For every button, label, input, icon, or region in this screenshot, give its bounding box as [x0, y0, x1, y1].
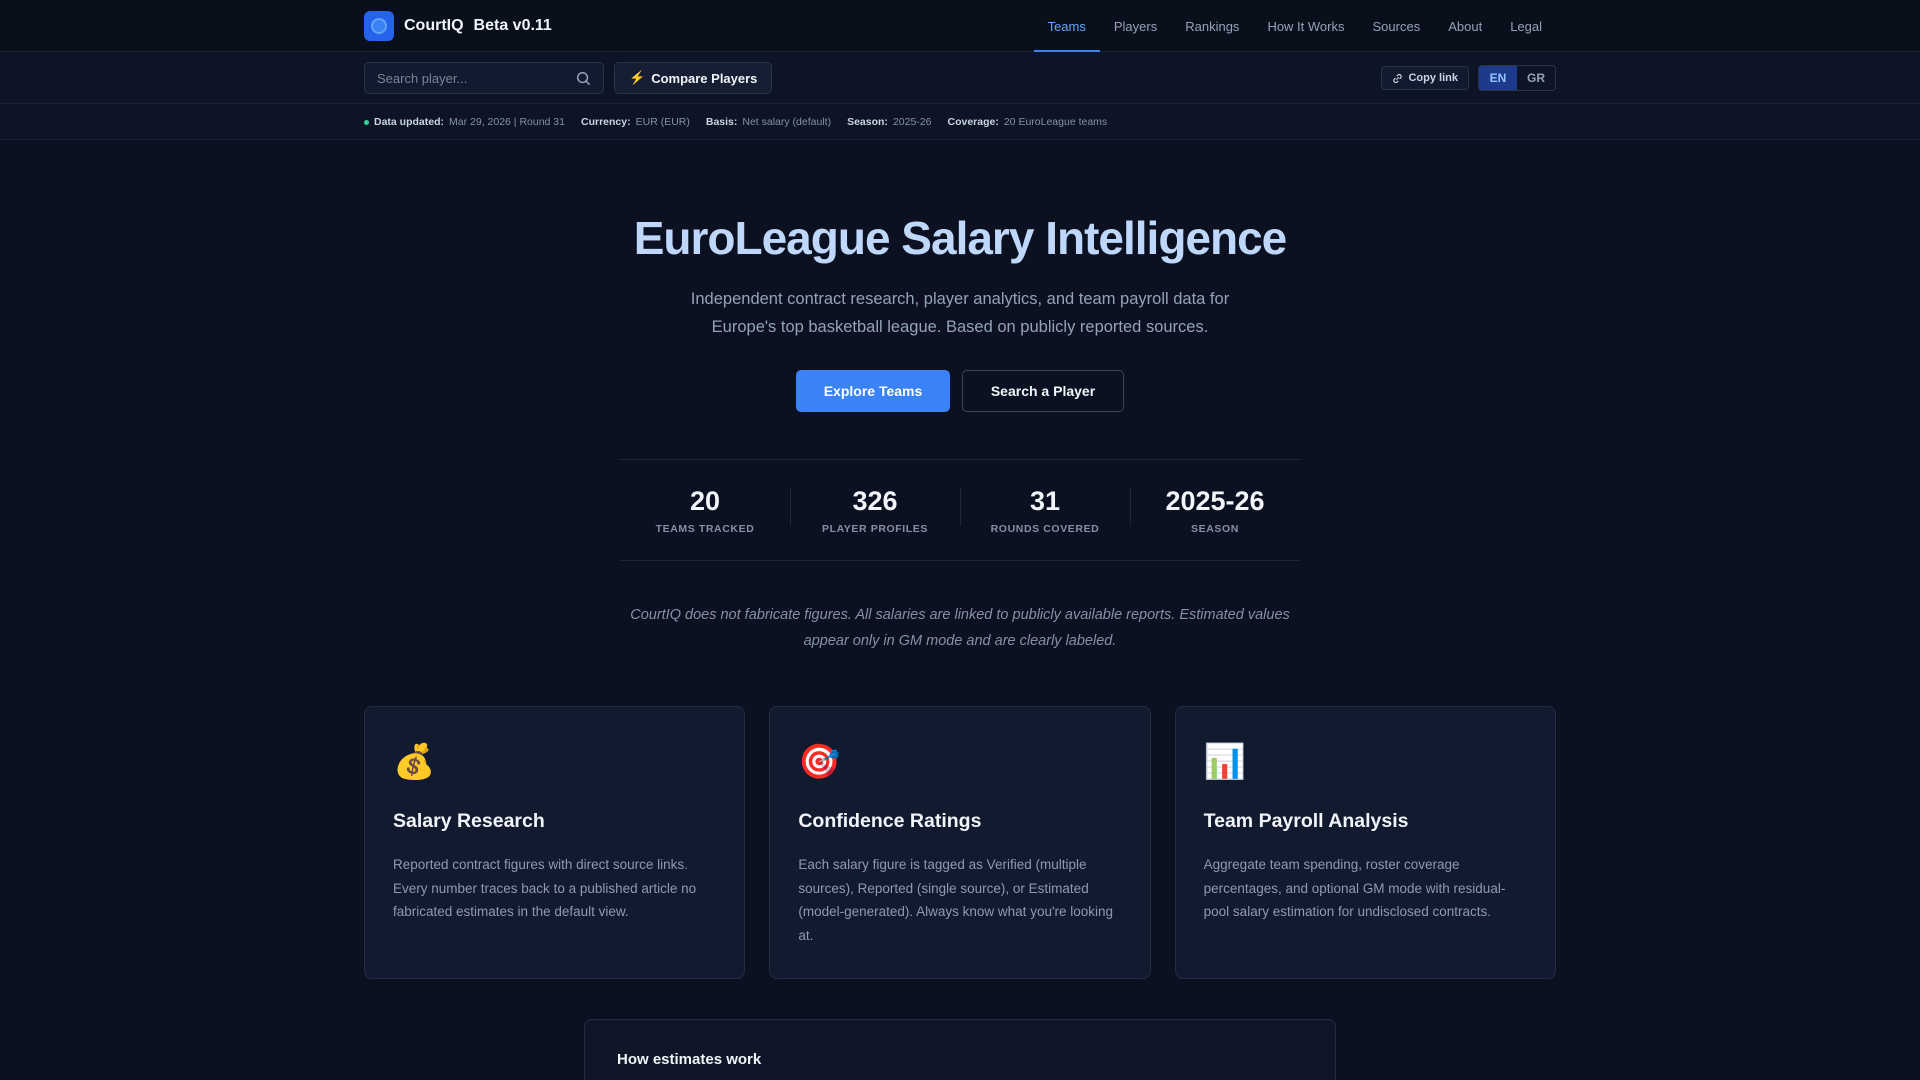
card-body: Reported contract figures with direct so…: [393, 857, 697, 919]
lang-gr-button[interactable]: GR: [1517, 66, 1555, 90]
target-icon: 🎯: [798, 743, 841, 781]
nav-rankings[interactable]: Rankings: [1171, 0, 1253, 52]
nav-teams[interactable]: Teams: [1033, 0, 1101, 52]
stat-label: ROUNDS COVERED: [990, 522, 1100, 535]
player-search[interactable]: [364, 62, 604, 94]
how-estimates-work-panel: How estimates work: [584, 1019, 1336, 1080]
top-navbar: CourtIQ Beta v0.11 Teams Players Ranking…: [0, 0, 1920, 52]
stat-rounds: 31 ROUNDS COVERED: [960, 486, 1130, 535]
toolbar: ⚡ Compare Players Copy link EN GR: [0, 52, 1920, 104]
version-label: Beta v0.11: [473, 17, 552, 34]
feature-card-team-payroll[interactable]: 📊 Team Payroll Analysis Aggregate team s…: [1174, 706, 1556, 979]
feature-cards: 💰 Salary Research Reported contract figu…: [364, 706, 1556, 979]
data-status-bar: Data updated: Mar 29, 2026 | Round 31 Cu…: [0, 104, 1920, 140]
nav-about[interactable]: About: [1434, 0, 1496, 52]
coverage-value: 20 EuroLeague teams: [1003, 116, 1108, 128]
card-title: Confidence Ratings: [798, 810, 982, 832]
compare-label: Compare Players: [651, 70, 758, 86]
currency-key: Currency:: [581, 116, 631, 128]
updated-value: Mar 29, 2026 | Round 31: [449, 116, 565, 128]
search-icon[interactable]: [576, 71, 591, 86]
stat-players: 326 PLAYER PROFILES: [790, 486, 960, 535]
basis-key: Basis:: [705, 116, 738, 128]
explore-teams-button[interactable]: Explore Teams: [796, 370, 950, 412]
nav-how-it-works[interactable]: How It Works: [1253, 0, 1358, 52]
stat-value: 31: [1029, 485, 1061, 516]
stat-label: TEAMS TRACKED: [655, 522, 755, 535]
stat-label: SEASON: [1191, 522, 1239, 535]
stat-value: 2025-26: [1165, 485, 1265, 516]
main-nav: Teams Players Rankings How It Works Sour…: [1033, 0, 1556, 52]
hero-section: EuroLeague Salary Intelligence Independe…: [364, 140, 1556, 654]
stat-label: PLAYER PROFILES: [821, 522, 929, 535]
hero-subtitle: Independent contract research, player an…: [690, 290, 1230, 336]
card-title: Salary Research: [393, 810, 545, 832]
stat-teams: 20 TEAMS TRACKED: [620, 486, 790, 535]
card-body: Aggregate team spending, roster coverage…: [1203, 857, 1506, 919]
copy-link-button[interactable]: Copy link: [1381, 66, 1469, 90]
lightning-icon: ⚡: [629, 70, 646, 85]
card-body: Each salary figure is tagged as Verified…: [798, 857, 1114, 943]
main-content: EuroLeague Salary Intelligence Independe…: [364, 140, 1556, 1080]
nav-players[interactable]: Players: [1100, 0, 1171, 52]
feature-card-confidence-ratings[interactable]: 🎯 Confidence Ratings Each salary figure …: [769, 706, 1151, 979]
coverage-key: Coverage:: [947, 116, 999, 128]
updated-key: Data updated:: [374, 116, 445, 128]
live-indicator-icon: [364, 119, 369, 125]
lang-en-button[interactable]: EN: [1479, 66, 1517, 90]
season-key: Season:: [847, 116, 888, 128]
copy-link-label: Copy link: [1408, 72, 1458, 84]
basis-value: Net salary (default): [742, 116, 832, 128]
nav-legal[interactable]: Legal: [1496, 0, 1556, 52]
link-icon: [1393, 73, 1403, 83]
nav-sources[interactable]: Sources: [1359, 0, 1435, 52]
compare-players-button[interactable]: ⚡ Compare Players: [614, 62, 773, 94]
feature-card-salary-research[interactable]: 💰 Salary Research Reported contract figu…: [364, 706, 746, 979]
money-bag-icon: 💰: [393, 743, 436, 781]
brand-name: CourtIQ: [404, 17, 464, 34]
stat-season: 2025-26 SEASON: [1130, 486, 1300, 535]
language-switch: EN GR: [1478, 65, 1556, 91]
circle-logo-icon: [364, 11, 394, 41]
search-input[interactable]: [377, 70, 557, 86]
page-title: EuroLeague Salary Intelligence: [633, 212, 1288, 264]
currency-value: EUR (EUR): [635, 116, 690, 128]
disclaimer-text: CourtIQ does not fabricate figures. All …: [630, 607, 1290, 649]
stat-value: 20: [689, 485, 721, 516]
stat-value: 326: [852, 485, 898, 516]
search-player-button[interactable]: Search a Player: [962, 370, 1124, 412]
season-value: 2025-26: [892, 116, 932, 128]
card-title: Team Payroll Analysis: [1203, 810, 1409, 832]
brand[interactable]: CourtIQ Beta v0.11: [364, 11, 552, 41]
bar-chart-icon: 📊: [1203, 743, 1246, 781]
section-heading: How estimates work: [617, 1051, 762, 1068]
stats-row: 20 TEAMS TRACKED 326 PLAYER PROFILES 31 …: [620, 459, 1300, 561]
